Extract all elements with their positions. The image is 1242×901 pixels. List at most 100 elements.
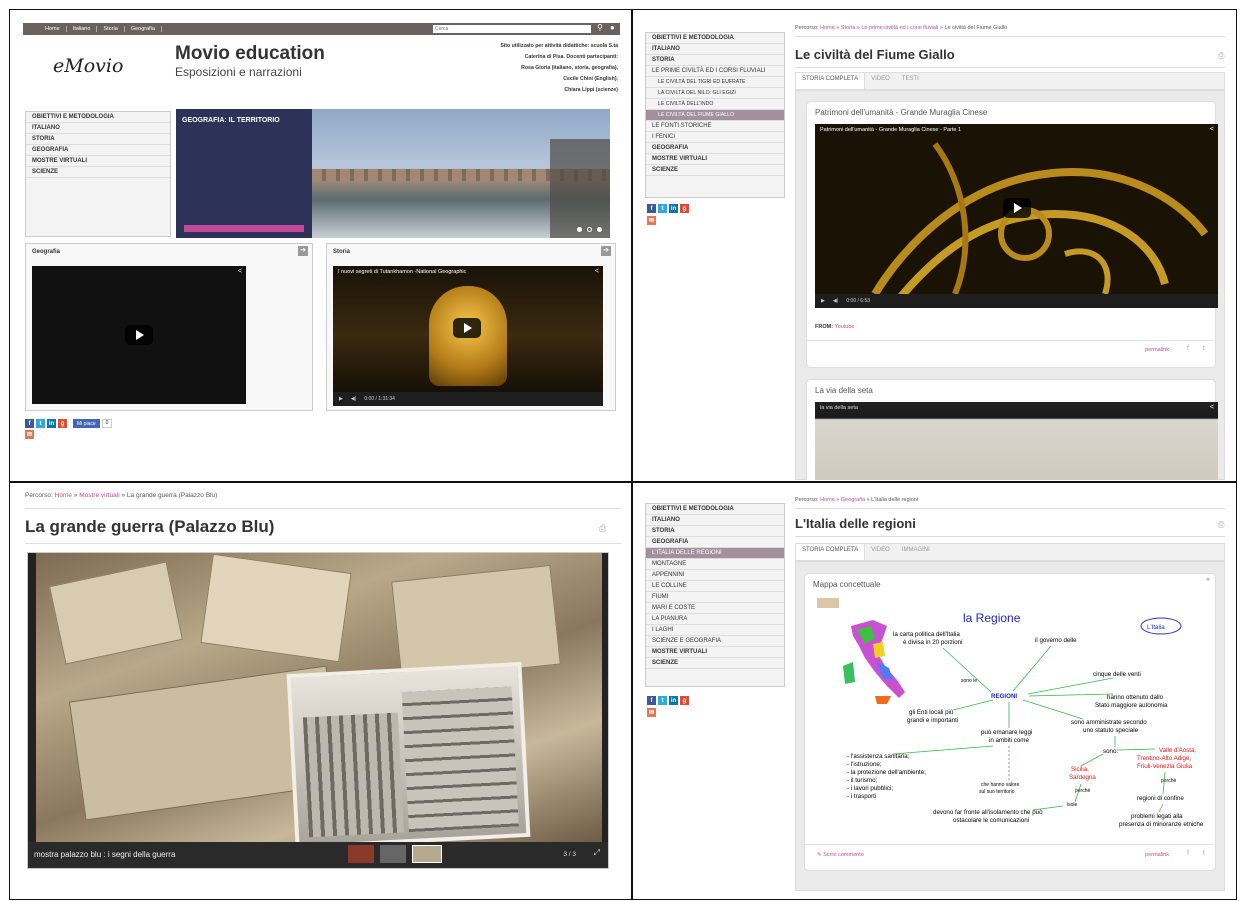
googleplus-icon[interactable]: g xyxy=(58,419,67,428)
video-player[interactable]: I nuovi segreti di Tutankhamon -National… xyxy=(333,266,603,406)
email-icon[interactable]: ✉ xyxy=(25,430,34,439)
menu-item[interactable]: LE FONTI STORICHE xyxy=(646,121,784,132)
play-icon[interactable] xyxy=(1003,198,1031,218)
email-icon[interactable]: ✉ xyxy=(647,708,656,717)
menu-item[interactable]: MARI E COSTE xyxy=(646,603,784,614)
play-button-icon[interactable]: ▶ xyxy=(339,396,343,402)
menu-item[interactable]: L'ITALIA DELLE REGIONI xyxy=(646,548,784,559)
gallery-thumb[interactable] xyxy=(380,845,406,863)
menu-item[interactable]: LA PIANURA xyxy=(646,614,784,625)
menu-item[interactable]: OBIETTIVI E METODOLOGIA xyxy=(26,112,170,123)
gallery-thumb[interactable] xyxy=(348,845,374,863)
facebook-icon[interactable]: f xyxy=(647,204,656,213)
tab-storia-completa[interactable]: STORIA COMPLETA xyxy=(796,544,866,560)
tab-storia-completa[interactable]: STORIA COMPLETA xyxy=(796,73,866,89)
menu-item[interactable]: SCIENZE xyxy=(646,658,784,669)
menu-item[interactable]: I FENICI xyxy=(646,132,784,143)
linkedin-icon[interactable]: in xyxy=(669,696,678,705)
menu-item[interactable]: SCIENZE E GEOGRAFIA xyxy=(646,636,784,647)
user-icon[interactable]: ● xyxy=(610,23,615,32)
menu-item[interactable]: FIUMI xyxy=(646,592,784,603)
menu-item[interactable]: MOSTRE VIRTUALI xyxy=(646,647,784,658)
email-icon[interactable]: ✉ xyxy=(647,216,656,225)
breadcrumb-link[interactable]: Mostre virtuali xyxy=(79,492,119,499)
facebook-icon[interactable]: f xyxy=(647,696,656,705)
menu-item[interactable]: SCIENZE xyxy=(26,167,170,178)
twitter-icon[interactable]: t xyxy=(658,696,667,705)
menu-item[interactable]: MOSTRE VIRTUALI xyxy=(26,156,170,167)
linkedin-icon[interactable]: in xyxy=(47,419,56,428)
googleplus-icon[interactable]: g xyxy=(680,204,689,213)
menu-item[interactable]: OBIETTIVI E METODOLOGIA xyxy=(646,33,784,44)
tab-video[interactable]: VIDEO xyxy=(865,544,896,560)
comment-link[interactable]: ✎ Scrivi commento xyxy=(817,852,864,858)
nav-italiano[interactable]: Italiano xyxy=(67,26,98,32)
play-button-icon[interactable]: ▶ xyxy=(821,298,825,304)
nav-storia[interactable]: Storia xyxy=(97,26,125,32)
breadcrumb-link[interactable]: Le prime civiltà ed i corsi fluviali xyxy=(861,25,938,31)
slide-dot[interactable] xyxy=(587,227,592,232)
nav-home[interactable]: Home xyxy=(39,26,67,32)
menu-item[interactable]: LE PRIME CIVILTÀ ED I CORSI FLUVIALI xyxy=(646,66,784,77)
gallery-thumb[interactable] xyxy=(412,845,442,863)
menu-item[interactable]: GEOGRAFIA xyxy=(646,537,784,548)
like-button[interactable]: Mi piace xyxy=(73,419,100,428)
search-icon[interactable]: ⚲ xyxy=(597,23,603,32)
print-icon[interactable]: ⎙ xyxy=(1218,520,1224,530)
slide-link-button[interactable] xyxy=(184,225,304,232)
volume-icon[interactable]: ◀) xyxy=(351,396,357,402)
menu-item[interactable]: STORIA xyxy=(646,55,784,66)
search-input[interactable] xyxy=(433,25,591,33)
nav-geografia[interactable]: Geografia xyxy=(125,26,162,32)
slide-dot[interactable] xyxy=(577,227,582,232)
menu-item[interactable]: MOSTRE VIRTUALI xyxy=(646,154,784,165)
menu-item[interactable]: ITALIANO xyxy=(26,123,170,134)
googleplus-icon[interactable]: g xyxy=(680,696,689,705)
breadcrumb-link[interactable]: Home xyxy=(55,492,72,499)
menu-item[interactable]: STORIA xyxy=(646,526,784,537)
arrow-right-icon[interactable]: ➔ xyxy=(601,246,611,256)
menu-item[interactable]: GEOGRAFIA xyxy=(26,145,170,156)
video-player[interactable]: Patrimoni dell'umanità - Grande Muraglia… xyxy=(815,124,1218,308)
menu-item[interactable]: LE CIVILTÀ DELL'INDO xyxy=(646,99,784,110)
fullscreen-icon[interactable]: ⤢ xyxy=(594,848,600,858)
menu-item[interactable]: APPENNINI xyxy=(646,570,784,581)
share-icon[interactable]: < xyxy=(1210,126,1214,133)
twitter-icon[interactable]: t xyxy=(658,204,667,213)
menu-item[interactable]: LE CIVILTÀ DEL TIGRI ED EUFRATE xyxy=(646,77,784,88)
share-icon[interactable]: < xyxy=(1210,404,1214,411)
menu-item[interactable]: ITALIANO xyxy=(646,44,784,55)
logo[interactable]: eMovio xyxy=(53,55,123,77)
from-link[interactable]: Youtube xyxy=(834,324,854,330)
menu-item[interactable]: OBIETTIVI E METODOLOGIA xyxy=(646,504,784,515)
play-icon[interactable] xyxy=(453,318,481,338)
tab-video[interactable]: VIDEO xyxy=(865,73,896,89)
share-icon[interactable]: < xyxy=(238,268,242,275)
linkedin-icon[interactable]: in xyxy=(669,204,678,213)
twitter-icon[interactable]: t xyxy=(1203,345,1205,352)
gallery[interactable]: mostra palazzo blu : i segni della guerr… xyxy=(27,552,609,869)
breadcrumb-link[interactable]: Home xyxy=(820,497,835,503)
twitter-icon[interactable]: t xyxy=(36,419,45,428)
permalink-link[interactable]: permalink xyxy=(1145,852,1169,858)
menu-item[interactable]: I LAGHI xyxy=(646,625,784,636)
video-player[interactable]: la via della seta < xyxy=(815,402,1218,480)
breadcrumb-link[interactable]: Storia xyxy=(841,25,855,31)
play-icon[interactable] xyxy=(125,325,153,345)
permalink-link[interactable]: permalink xyxy=(1145,347,1169,353)
print-icon[interactable]: ⎙ xyxy=(1218,51,1224,61)
volume-icon[interactable]: ◀) xyxy=(833,298,839,304)
facebook-icon[interactable]: f xyxy=(1187,850,1189,857)
menu-item[interactable]: LA CIVILTÀ DEL NILO: GLI EGIZI xyxy=(646,88,784,99)
facebook-icon[interactable]: f xyxy=(25,419,34,428)
breadcrumb-link[interactable]: Home xyxy=(820,25,835,31)
menu-item[interactable]: LE CIVILTÀ DEL FIUME GIALLO xyxy=(646,110,784,121)
tab-immagini[interactable]: IMMAGINI xyxy=(896,544,936,560)
menu-item[interactable]: STORIA xyxy=(26,134,170,145)
link-icon[interactable]: ⚭ xyxy=(1205,576,1211,584)
twitter-icon[interactable]: t xyxy=(1203,850,1205,857)
print-icon[interactable]: ⎙ xyxy=(599,523,606,534)
slideshow[interactable]: GEOGRAFIA: IL TERRITORIO xyxy=(176,109,610,238)
video-player[interactable]: < xyxy=(32,266,246,404)
menu-item[interactable]: SCIENZE xyxy=(646,165,784,176)
